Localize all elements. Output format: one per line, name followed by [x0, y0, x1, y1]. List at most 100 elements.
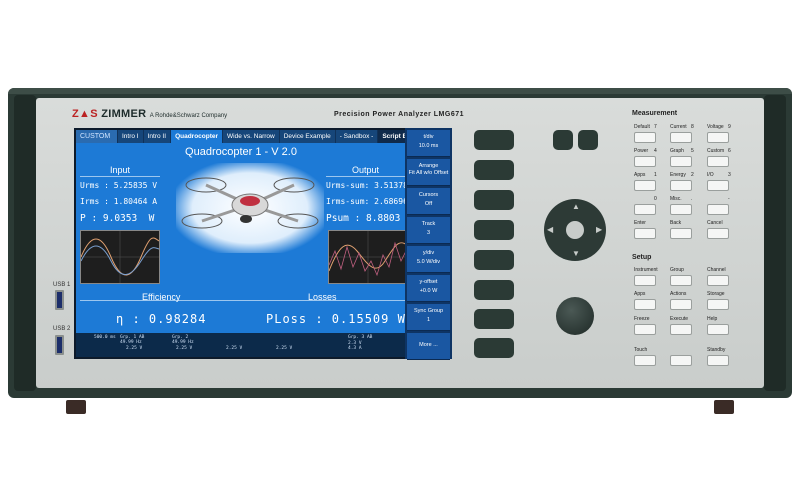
minus-key[interactable]	[707, 204, 729, 215]
arrow-left-icon[interactable]: ◀	[547, 225, 553, 234]
status-cell-3: 2.25 V	[226, 346, 243, 351]
standby-key[interactable]	[707, 355, 729, 366]
current-key[interactable]	[670, 132, 692, 143]
softkey-track[interactable]: Track 3	[407, 217, 450, 244]
hw-page-right-button[interactable]	[578, 130, 598, 150]
usb2-label: USB 2	[53, 326, 71, 332]
softkey-ydiv[interactable]: y/div 5.0 W/div	[407, 246, 450, 273]
hw-page-left-button[interactable]	[553, 130, 573, 150]
arrow-down-icon[interactable]: ▼	[572, 249, 580, 258]
status-group3: Grp. 3 AB	[348, 335, 373, 340]
input-irms: Irms : 1.80464 A	[80, 197, 158, 206]
efficiency-value: η : 0.98284	[116, 312, 207, 326]
input-divider	[80, 176, 160, 177]
arrow-up-icon[interactable]: ▲	[572, 202, 580, 211]
group-key[interactable]	[670, 275, 692, 286]
tab-quadrocopter[interactable]: Quadrocopter	[171, 130, 223, 143]
default-key[interactable]	[634, 132, 656, 143]
status-freq2: 49.99 Hz	[172, 340, 194, 345]
softkey-arrange[interactable]: Arrange Fit All w/o Offset	[407, 159, 450, 186]
hw-softkey-6[interactable]	[474, 280, 514, 300]
hw-softkey-8[interactable]	[474, 338, 514, 358]
left-handle	[14, 95, 36, 391]
io-key[interactable]	[707, 180, 729, 191]
losses-title: Losses	[308, 292, 337, 302]
softkey-sync-group[interactable]: Sync Group 1	[407, 304, 450, 331]
tab-sandbox[interactable]: - Sandbox -	[335, 130, 378, 143]
hw-softkey-4[interactable]	[474, 220, 514, 240]
enter-key[interactable]	[634, 228, 656, 239]
usb1-port[interactable]	[55, 290, 64, 310]
graph-key[interactable]	[670, 156, 692, 167]
execute-key[interactable]	[670, 324, 692, 335]
key-label-instrument: Instrument	[634, 267, 658, 273]
status-freq1: 49.99 Hz	[120, 340, 142, 345]
input-title: Input	[110, 165, 131, 175]
blank-key[interactable]	[670, 355, 692, 366]
key-num-8: 8	[691, 124, 694, 130]
results-divider	[80, 300, 406, 301]
hw-softkey-2[interactable]	[474, 160, 514, 180]
power-key[interactable]	[634, 156, 656, 167]
softkey-value: +0.0 W	[419, 288, 438, 294]
key-num-6: 6	[728, 148, 731, 154]
model-label: Precision Power Analyzer LMG671	[334, 111, 465, 118]
status-cell-2: 2.25 V	[176, 346, 193, 351]
key-num-9: 9	[728, 124, 731, 130]
actions-key[interactable]	[670, 299, 692, 310]
back-key[interactable]	[670, 228, 692, 239]
energy-key[interactable]	[670, 180, 692, 191]
touch-key[interactable]	[634, 355, 656, 366]
tab-custom[interactable]: CUSTOM	[76, 130, 117, 143]
hw-softkey-1[interactable]	[474, 130, 514, 150]
hw-softkey-5[interactable]	[474, 250, 514, 270]
voltage-key[interactable]	[707, 132, 729, 143]
efficiency-title: Efficiency	[142, 292, 181, 302]
softkey-cursors[interactable]: Cursors Off	[407, 188, 450, 215]
storage-key[interactable]	[707, 299, 729, 310]
freeze-key[interactable]	[634, 324, 656, 335]
key-num-3: 3	[728, 172, 731, 178]
rotary-knob[interactable]	[556, 297, 594, 335]
hw-softkey-3[interactable]	[474, 190, 514, 210]
key-label-current: Current	[670, 124, 687, 130]
softkey-label: Track	[421, 221, 436, 227]
key-label-channel: Channel	[707, 267, 726, 273]
softkey-more[interactable]: More ...	[407, 333, 450, 360]
tab-intro-2[interactable]: Intro II	[143, 130, 171, 143]
softkey-tdiv[interactable]: t/div 10.0 ms	[407, 130, 450, 157]
hw-softkey-7[interactable]	[474, 309, 514, 329]
instrument-key[interactable]	[634, 275, 656, 286]
right-foot	[714, 400, 734, 414]
key-label-io: I/O	[707, 172, 714, 178]
direction-pad[interactable]: ▲ ▼ ◀ ▶	[544, 199, 606, 261]
softkey-label: Cursors	[418, 192, 439, 198]
usb2-port[interactable]	[55, 335, 64, 355]
zero-key[interactable]	[634, 204, 656, 215]
channel-key[interactable]	[707, 275, 729, 286]
apps-key[interactable]	[634, 180, 656, 191]
softkey-label: t/div	[423, 134, 434, 140]
softkey-yoffset[interactable]: y-offset +0.0 W	[407, 275, 450, 302]
arrow-right-icon[interactable]: ▶	[596, 225, 602, 234]
softkey-label: More ...	[419, 342, 438, 348]
key-label-execute: Execute	[670, 316, 689, 322]
softkey-value: 3	[426, 230, 431, 236]
measurement-title: Measurement	[632, 110, 678, 117]
misc-key[interactable]	[670, 204, 692, 215]
tab-intro-1[interactable]: Intro I	[118, 130, 143, 143]
key-label-setup-apps: Apps	[634, 291, 646, 297]
softkey-label: y/div	[422, 250, 435, 256]
cancel-key[interactable]	[707, 228, 729, 239]
key-num-dot: .	[691, 196, 693, 202]
help-key[interactable]	[707, 324, 729, 335]
tab-device-example[interactable]: Device Example	[279, 130, 335, 143]
setup-apps-key[interactable]	[634, 299, 656, 310]
dpad-center-button[interactable]	[562, 217, 588, 243]
softkey-label: Sync Group	[413, 308, 444, 314]
custom-key[interactable]	[707, 156, 729, 167]
brand-tagline: A Rohde&Schwarz Company	[149, 113, 228, 119]
tab-wide-vs-narrow[interactable]: Wide vs. Narrow	[223, 130, 279, 143]
quadrocopter-image	[176, 163, 324, 253]
key-label-touch: Touch	[634, 347, 648, 353]
